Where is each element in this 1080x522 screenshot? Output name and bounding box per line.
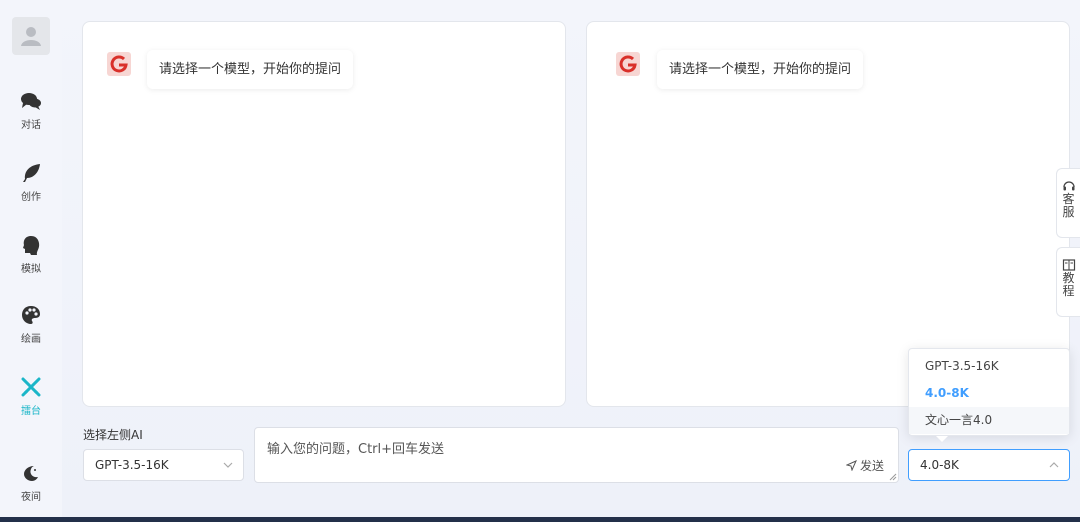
chevron-up-icon — [1049, 450, 1059, 493]
moon-icon — [20, 462, 42, 484]
palette-icon — [20, 304, 42, 326]
user-icon — [21, 27, 41, 46]
tutorial-tab[interactable]: 教程 — [1056, 247, 1080, 317]
question-input[interactable]: 输入您的问题，Ctrl+回车发送 发送 — [254, 427, 899, 483]
left-ai-label: 选择左侧AI — [83, 428, 143, 442]
left-model-select[interactable]: GPT-3.5-16K — [83, 449, 244, 481]
assistant-message: 请选择一个模型，开始你的提问 — [657, 50, 864, 89]
crossed-swords-icon — [20, 376, 42, 398]
left-chat-panel: 请选择一个模型，开始你的提问 — [82, 21, 566, 407]
headset-icon — [1062, 181, 1075, 191]
sidebar-item-label: 绘画 — [21, 334, 41, 345]
feather-icon — [20, 162, 42, 184]
chat-icon — [20, 90, 42, 112]
dropdown-caret — [936, 436, 948, 442]
sidebar-item-label: 创作 — [21, 192, 41, 203]
sidebar-item-label: 模拟 — [21, 264, 41, 275]
assistant-message: 请选择一个模型，开始你的提问 — [147, 50, 354, 89]
model-logo-icon — [107, 52, 131, 76]
sidebar-item-night-mode[interactable]: 夜间 — [0, 462, 62, 512]
right-model-select[interactable]: 4.0-8K — [908, 449, 1070, 481]
customer-service-tab[interactable]: 客服 — [1056, 168, 1080, 238]
chevron-down-icon — [223, 450, 233, 493]
model-logo-icon — [616, 52, 640, 76]
send-icon — [845, 460, 857, 471]
model-dropdown: GPT-3.5-16K 4.0-8K 文心一言4.0 — [908, 348, 1070, 436]
sidebar-item-create[interactable]: 创作 — [0, 162, 62, 212]
dropdown-option-gpt4[interactable]: 4.0-8K — [909, 380, 1069, 407]
sidebar-item-label: 夜间 — [21, 492, 41, 503]
left-model-value: GPT-3.5-16K — [95, 458, 169, 472]
sidebar-item-label: 擂台 — [21, 406, 41, 417]
customer-service-label: 客服 — [1062, 192, 1075, 219]
send-label: 发送 — [859, 459, 884, 473]
tutorial-label: 教程 — [1062, 271, 1075, 298]
sidebar-item-arena[interactable]: 擂台 — [0, 376, 62, 426]
taskbar-strip — [0, 517, 1080, 522]
book-icon — [1062, 259, 1075, 271]
sidebar-item-draw[interactable]: 绘画 — [0, 304, 62, 354]
avatar[interactable] — [12, 17, 50, 55]
send-button[interactable]: 发送 — [845, 457, 884, 474]
right-model-value: 4.0-8K — [920, 458, 959, 472]
dropdown-option-wenxin[interactable]: 文心一言4.0 — [909, 407, 1069, 434]
dropdown-option-gpt35[interactable]: GPT-3.5-16K — [909, 353, 1069, 380]
sidebar: 对话 创作 模拟 绘画 擂台 夜间 — [0, 0, 62, 522]
sidebar-item-chat[interactable]: 对话 — [0, 90, 62, 140]
head-icon — [20, 234, 42, 256]
sidebar-item-simulate[interactable]: 模拟 — [0, 234, 62, 284]
sidebar-item-label: 对话 — [21, 120, 41, 131]
resize-handle-icon[interactable] — [889, 473, 897, 481]
question-input-placeholder: 输入您的问题，Ctrl+回车发送 — [267, 442, 445, 457]
